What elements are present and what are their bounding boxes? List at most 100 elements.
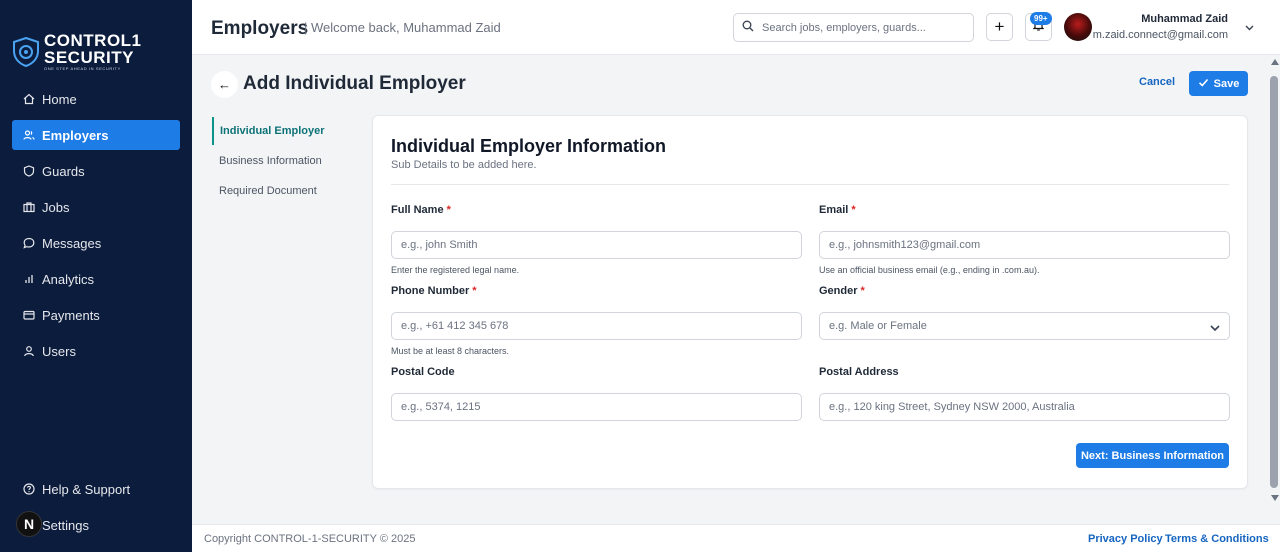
add-employer-title: Add Individual Employer (243, 73, 466, 94)
credit-card-icon (22, 309, 36, 321)
postal-code-label: Postal Code (391, 366, 455, 378)
sidebar: CONTROL1 SECURITY ONE STEP AHEAD IN SECU… (0, 0, 192, 552)
sidebar-item-label: Jobs (42, 199, 70, 215)
full-name-input[interactable] (401, 239, 781, 251)
footer: Copyright CONTROL-1-SECURITY © 2025 Priv… (192, 524, 1280, 552)
phone-input[interactable] (401, 320, 781, 332)
required-marker: * (446, 204, 451, 216)
help-circle-icon (22, 483, 36, 495)
user-name: Muhammad Zaid (1141, 13, 1228, 25)
top-header: Employers | Welcome back, Muhammad Zaid … (192, 0, 1280, 55)
full-name-field: Full Name* Enter the registered legal na… (391, 204, 802, 275)
postal-code-input[interactable] (401, 401, 781, 413)
gender-field: Gender * (819, 285, 1230, 340)
chevron-down-icon[interactable] (1244, 20, 1255, 38)
employer-form-card: Individual Employer Information Sub Deta… (372, 115, 1248, 489)
phone-label: Phone Number * (391, 285, 477, 297)
postal-code-field: Postal Code (391, 366, 802, 421)
search-box[interactable] (733, 13, 974, 42)
brand-logo[interactable]: CONTROL1 SECURITY ONE STEP AHEAD IN SECU… (12, 32, 142, 71)
phone-help: Must be at least 8 characters. (391, 346, 510, 356)
sidebar-item-label: Home (42, 91, 77, 107)
message-icon (22, 237, 36, 249)
gender-label: Gender * (819, 285, 865, 297)
required-marker: * (860, 285, 865, 297)
next-business-information-button[interactable]: Next: Business Information (1076, 443, 1229, 468)
sidebar-item-label: Employers (42, 127, 109, 143)
notification-count-badge: 99+ (1030, 12, 1052, 25)
bar-chart-icon (22, 273, 36, 285)
email-field: Email* Use an official business email (e… (819, 204, 1230, 275)
chevron-down-icon[interactable] (1209, 321, 1221, 339)
sidebar-item-label: Settings (42, 517, 89, 533)
sidebar-item-employers[interactable]: Employers (12, 120, 180, 150)
postal-address-label: Postal Address (819, 366, 899, 378)
step-business-information[interactable]: Business Information (212, 147, 362, 175)
search-icon (742, 19, 754, 37)
shield-logo-icon (13, 36, 39, 67)
phone-field: Phone Number* Must be at least 8 charact… (391, 285, 802, 356)
email-label: Email * (819, 204, 856, 216)
scroll-up-arrow-icon[interactable] (1271, 59, 1279, 65)
page-scrollbar[interactable] (1268, 56, 1280, 524)
back-button[interactable]: ← (211, 71, 238, 98)
form-subtitle: Sub Details to be added here. (391, 159, 537, 171)
gender-input[interactable] (829, 320, 1209, 332)
sidebar-item-label: Payments (42, 307, 100, 323)
save-button[interactable]: Save (1189, 71, 1248, 96)
briefcase-icon (22, 201, 36, 213)
gender-select[interactable] (819, 312, 1230, 340)
save-label: Save (1213, 77, 1240, 90)
full-name-help: Enter the registered legal name. (391, 265, 520, 275)
terms-link[interactable]: Terms & Conditions (1165, 533, 1269, 545)
sidebar-item-label: Users (42, 343, 76, 359)
sidebar-nav: Home Employers Guards Jobs Messages Anal… (12, 84, 180, 372)
avatar[interactable] (1064, 13, 1092, 41)
next-dev-badge[interactable]: N (16, 511, 42, 537)
postal-address-input[interactable] (829, 401, 1209, 413)
home-icon (22, 93, 36, 105)
sidebar-item-label: Messages (42, 235, 102, 251)
sidebar-item-help[interactable]: Help & Support (12, 474, 180, 504)
required-marker: * (851, 204, 856, 216)
step-individual-employer[interactable]: Individual Employer (212, 117, 362, 145)
user-email: m.zaid.connect@gmail.com (1092, 29, 1228, 41)
privacy-policy-link[interactable]: Privacy Policy (1088, 533, 1163, 545)
add-button[interactable]: + (986, 13, 1013, 41)
sidebar-item-users[interactable]: Users (12, 336, 180, 366)
sidebar-item-label: Analytics (42, 271, 95, 287)
required-marker: * (472, 285, 477, 297)
check-icon (1198, 77, 1209, 91)
sidebar-item-messages[interactable]: Messages (12, 228, 180, 258)
scroll-down-arrow-icon[interactable] (1271, 495, 1279, 501)
sidebar-item-home[interactable]: Home (12, 84, 180, 114)
divider (391, 184, 1229, 185)
sidebar-item-label: Guards (42, 163, 85, 179)
email-input[interactable] (829, 239, 1209, 251)
main-content: ← Add Individual Employer Cancel Save In… (192, 56, 1268, 524)
user-icon (22, 345, 36, 357)
cancel-button[interactable]: Cancel (1139, 76, 1175, 88)
shield-icon (22, 165, 36, 177)
sidebar-item-guards[interactable]: Guards (12, 156, 180, 186)
brand-tagline: ONE STEP AHEAD IN SECURITY (44, 66, 121, 71)
page-title: Employers (211, 18, 309, 39)
form-steps: Individual Employer Business Information… (212, 117, 362, 207)
form-title: Individual Employer Information (391, 136, 667, 156)
brand-line-2: SECURITY (44, 48, 134, 67)
step-required-document[interactable]: Required Document (212, 177, 362, 205)
welcome-text: | Welcome back, Muhammad Zaid (304, 20, 501, 35)
sidebar-item-analytics[interactable]: Analytics (12, 264, 180, 294)
copyright-text: Copyright CONTROL-1-SECURITY © 2025 (204, 533, 416, 545)
sidebar-item-jobs[interactable]: Jobs (12, 192, 180, 222)
sidebar-bottom-nav: Help & Support Settings (12, 474, 180, 546)
sidebar-item-payments[interactable]: Payments (12, 300, 180, 330)
scrollbar-thumb[interactable] (1270, 76, 1278, 488)
users-icon (22, 129, 36, 141)
postal-address-field: Postal Address (819, 366, 1230, 421)
search-input[interactable] (762, 21, 962, 34)
full-name-label: Full Name * (391, 204, 451, 216)
sidebar-item-label: Help & Support (42, 481, 131, 497)
brand-line-1: CONTROL1 (44, 31, 142, 50)
email-help: Use an official business email (e.g., en… (819, 265, 1040, 275)
